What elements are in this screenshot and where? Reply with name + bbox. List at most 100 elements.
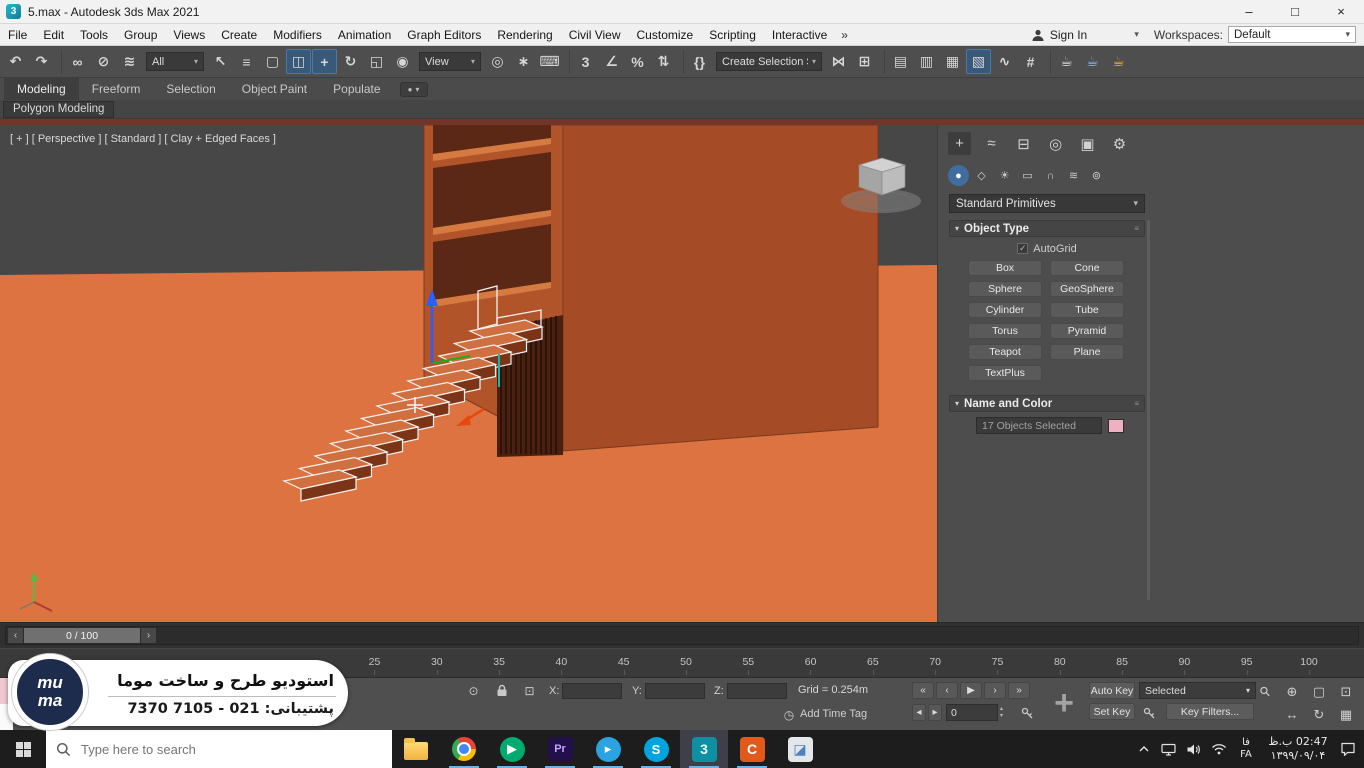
- zoom-extents-icon[interactable]: ▢: [1307, 681, 1331, 702]
- modify-tab[interactable]: ≈: [980, 132, 1003, 155]
- curve-editor-icon[interactable]: ∿: [992, 49, 1017, 74]
- keyboard-shortcut-override-icon[interactable]: ⌨: [537, 49, 562, 74]
- taskbar-app-file-explorer[interactable]: [392, 730, 440, 768]
- notification-center-button[interactable]: [1335, 730, 1360, 768]
- align-icon[interactable]: ⊞: [852, 49, 877, 74]
- selection-filter-dropdown[interactable]: All▾: [146, 52, 204, 71]
- tray-display-button[interactable]: [1156, 730, 1181, 768]
- snaps-toggle-icon[interactable]: 3: [573, 49, 598, 74]
- ribbon-tab-freeform[interactable]: Freeform: [79, 78, 154, 100]
- primitive-textplus-button[interactable]: TextPlus: [968, 365, 1042, 381]
- maximize-viewport-toggle-icon[interactable]: ▦: [1334, 704, 1358, 725]
- key-mode-toggle[interactable]: [1018, 705, 1037, 722]
- previous-frame-button[interactable]: ‹: [936, 682, 958, 699]
- maximize-button[interactable]: □: [1272, 0, 1318, 23]
- sign-in-button[interactable]: Sign In ▾: [1026, 26, 1144, 44]
- menu-item-views[interactable]: Views: [165, 24, 213, 45]
- language-indicator[interactable]: فا FA: [1231, 737, 1261, 761]
- absolute-mode-transform-typein[interactable]: ⊡: [520, 682, 539, 699]
- menu-overflow-button[interactable]: »: [835, 28, 854, 42]
- select-and-manipulate-icon[interactable]: ∗: [511, 49, 536, 74]
- percent-snap-icon[interactable]: %: [625, 49, 650, 74]
- taskbar-app-chrome[interactable]: [440, 730, 488, 768]
- bind-to-space-warp-icon[interactable]: ≋: [117, 49, 142, 74]
- time-slider-prev-button[interactable]: ‹: [8, 628, 23, 643]
- menu-item-customize[interactable]: Customize: [629, 24, 702, 45]
- primitive-category-dropdown[interactable]: Standard Primitives ▾: [949, 194, 1145, 213]
- taskbar-app-adobe-orange-app[interactable]: C: [728, 730, 776, 768]
- menu-item-rendering[interactable]: Rendering: [489, 24, 560, 45]
- primitive-cylinder-button[interactable]: Cylinder: [968, 302, 1042, 318]
- time-slider-handle[interactable]: 0 / 100: [24, 628, 140, 643]
- polygon-modeling-panel-tab[interactable]: Polygon Modeling: [3, 101, 114, 118]
- cabinet-object[interactable]: [424, 125, 878, 451]
- redo-icon[interactable]: ↷: [29, 49, 54, 74]
- primitive-plane-button[interactable]: Plane: [1050, 344, 1124, 360]
- time-slider-next-button[interactable]: ›: [141, 628, 156, 643]
- time-slider-track[interactable]: ‹ 0 / 100 ›: [5, 626, 1359, 645]
- lights-category[interactable]: ☀: [994, 165, 1015, 186]
- menu-item-create[interactable]: Create: [213, 24, 265, 45]
- orbit-viewport-icon[interactable]: ↻: [1307, 704, 1331, 725]
- taskbar-clock[interactable]: 02:47 ب.ظ ۱۳۹۹/۰۹/۰۴: [1261, 735, 1335, 763]
- start-button[interactable]: [0, 730, 46, 768]
- display-tab[interactable]: ▣: [1076, 132, 1099, 155]
- menu-item-civil-view[interactable]: Civil View: [561, 24, 629, 45]
- x-coordinate-field[interactable]: [562, 683, 622, 699]
- shapes-category[interactable]: ◇: [971, 165, 992, 186]
- named-selection-sets-dropdown[interactable]: Create Selection Se▾: [716, 52, 822, 71]
- menu-item-tools[interactable]: Tools: [72, 24, 116, 45]
- render-production-icon[interactable]: ☕: [1106, 49, 1131, 74]
- next-frame-button[interactable]: ›: [984, 682, 1006, 699]
- window-crossing-toggle-icon[interactable]: ◫: [286, 49, 311, 74]
- close-button[interactable]: ×: [1318, 0, 1364, 23]
- select-and-move-icon[interactable]: +: [312, 49, 337, 74]
- toggle-ribbon-icon[interactable]: ▧: [966, 49, 991, 74]
- create-tab[interactable]: +: [948, 132, 971, 155]
- minimize-button[interactable]: –: [1226, 0, 1272, 23]
- go-to-end-button[interactable]: »: [1008, 682, 1030, 699]
- select-object-icon[interactable]: ↖: [208, 49, 233, 74]
- select-and-place-icon[interactable]: ◉: [390, 49, 415, 74]
- rendered-frame-window-icon[interactable]: ☕: [1080, 49, 1105, 74]
- hierarchy-tab[interactable]: ⊟: [1012, 132, 1035, 155]
- play-animation-button[interactable]: ▶: [960, 682, 982, 699]
- systems-category[interactable]: ⊚: [1086, 165, 1107, 186]
- y-coordinate-field[interactable]: [645, 683, 705, 699]
- zoom-all-icon[interactable]: ⊕: [1280, 681, 1304, 702]
- taskbar-app-telegram[interactable]: ▸: [584, 730, 632, 768]
- toggle-layer-manager-icon[interactable]: ▦: [940, 49, 965, 74]
- helpers-category[interactable]: ∩: [1040, 165, 1061, 186]
- motion-tab[interactable]: ◎: [1044, 132, 1067, 155]
- ribbon-options-button[interactable]: ● ▾: [400, 82, 428, 97]
- object-name-field[interactable]: 17 Objects Selected: [976, 417, 1102, 434]
- primitive-sphere-button[interactable]: Sphere: [968, 281, 1042, 297]
- search-input[interactable]: [79, 741, 349, 758]
- use-pivot-point-center-icon[interactable]: ◎: [485, 49, 510, 74]
- taskbar-search[interactable]: [46, 730, 392, 768]
- select-by-name-icon[interactable]: ≡: [234, 49, 259, 74]
- tray-expand-button[interactable]: [1131, 730, 1156, 768]
- key-selection-set-dropdown[interactable]: Selected ▾: [1139, 682, 1256, 699]
- primitive-cone-button[interactable]: Cone: [1050, 260, 1124, 276]
- space-warps-category[interactable]: ≋: [1063, 165, 1084, 186]
- spinner-snap-icon[interactable]: ⇅: [651, 49, 676, 74]
- viewport-label[interactable]: [ + ] [ Perspective ] [ Standard ] [ Cla…: [10, 133, 276, 145]
- undo-icon[interactable]: ↶: [3, 49, 28, 74]
- menu-item-group[interactable]: Group: [116, 24, 165, 45]
- frame-spinner[interactable]: ▴ ▾: [1000, 704, 1010, 721]
- add-time-tag-button[interactable]: Add Time Tag: [800, 708, 867, 720]
- key-filters-button[interactable]: Key Filters...: [1166, 703, 1254, 720]
- primitive-box-button[interactable]: Box: [968, 260, 1042, 276]
- selection-lock-toggle[interactable]: [492, 682, 511, 699]
- autogrid-checkbox[interactable]: ✓: [1017, 243, 1028, 254]
- primitive-teapot-button[interactable]: Teapot: [968, 344, 1042, 360]
- menu-item-animation[interactable]: Animation: [330, 24, 399, 45]
- workspace-dropdown[interactable]: Default ▾: [1228, 26, 1356, 43]
- tray-volume-button[interactable]: [1181, 730, 1206, 768]
- toggle-layer-explorer-icon[interactable]: ▥: [914, 49, 939, 74]
- name-and-color-rollout-header[interactable]: ▾ Name and Color ≡: [949, 395, 1145, 412]
- isolate-selection-toggle[interactable]: ⊙: [464, 682, 483, 699]
- menu-item-edit[interactable]: Edit: [35, 24, 72, 45]
- rectangular-selection-region-icon[interactable]: ▢: [260, 49, 285, 74]
